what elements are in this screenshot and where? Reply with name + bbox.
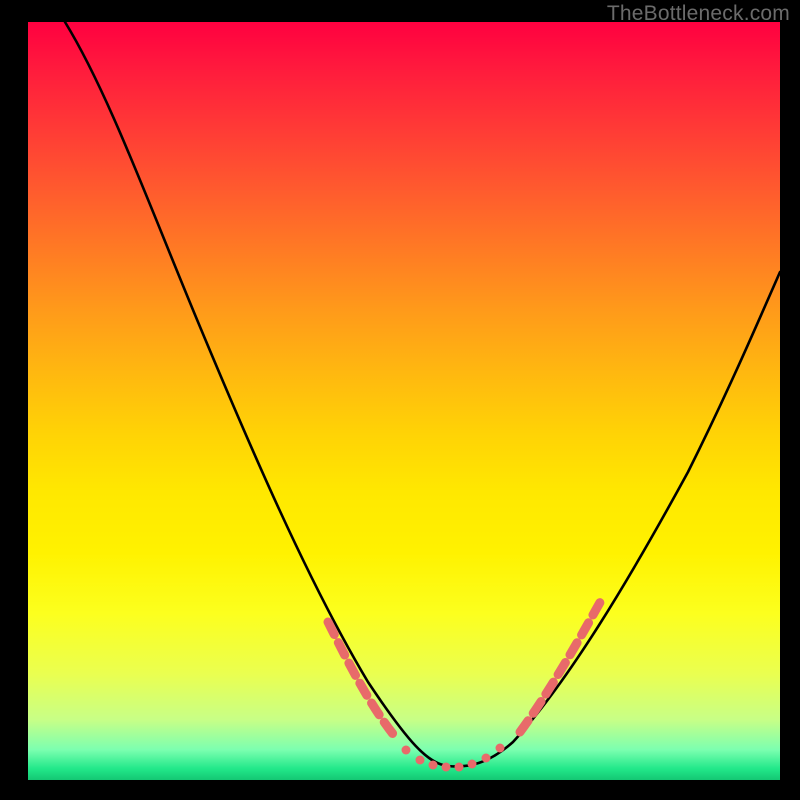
curve-path [65,22,780,766]
watermark-text: TheBottleneck.com [607,2,790,26]
chart-plot-area [28,22,780,780]
highlight-right [520,597,603,732]
highlight-left [328,622,393,734]
bottleneck-curve [28,22,780,780]
